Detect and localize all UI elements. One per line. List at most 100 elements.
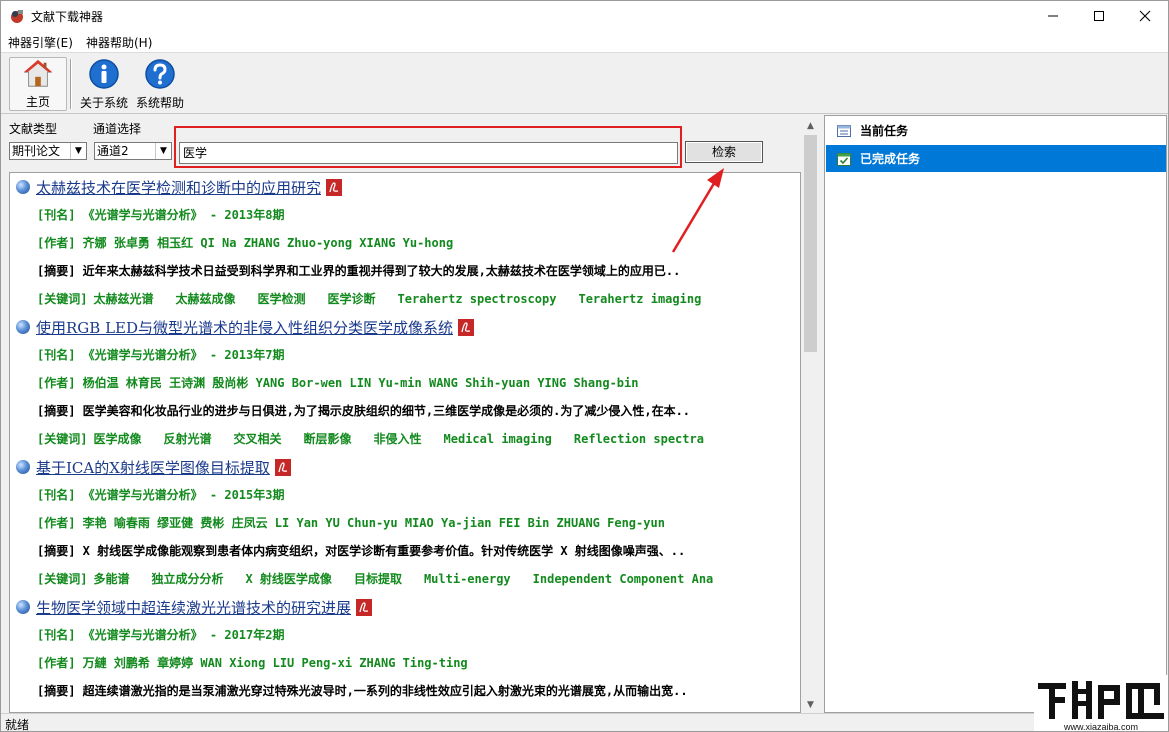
article-title-link[interactable]: 使用RGB LED与微型光谱术的非侵入性组织分类医学成像系统 [36,317,453,338]
toolbar: 主页 关于系统 系统帮助 [1,54,1168,114]
keyword-tag[interactable]: 太赫兹光谱 [93,290,153,307]
keyword-tag[interactable]: 多能谱 [93,570,129,587]
search-button[interactable]: 检索 [685,141,763,163]
article-title-row: 使用RGB LED与微型光谱术的非侵入性组织分类医学成像系统 [16,316,475,338]
globe-bullet-icon [16,460,30,474]
calendar-check-icon [837,152,851,166]
channel-label: 通道选择 [93,122,142,136]
about-button[interactable]: 关于系统 [77,57,131,111]
article-journal: [刊名] 《光谱学与光谱分析》 - 2017年2期 [37,628,285,642]
keyword-tag[interactable]: 太赫兹成像 [175,290,235,307]
article-keywords: [关键词] 太赫兹光谱 太赫兹成像 医学检测 医学诊断 Terahertz spectro… [37,290,799,308]
info-icon [89,59,119,89]
help-button[interactable]: 系统帮助 [134,57,186,111]
annotation-arrow-icon [671,168,724,253]
pdf-icon[interactable] [326,178,343,196]
article-keywords: [关键词] 多能谱 独立成分分析 X 射线医学成像 目标提取 Multi-energy In… [37,570,799,588]
svg-text:www.xiazaiba.com: www.xiazaiba.com [1063,722,1138,732]
help-icon [145,59,175,89]
scroll-down-icon[interactable]: ▼ [802,696,819,713]
menu-engine[interactable]: 神器引擎(E) [8,34,73,51]
close-button[interactable] [1122,1,1168,31]
pdf-icon[interactable] [458,318,475,336]
home-label: 主页 [25,95,50,109]
type-label: 文献类型 [9,122,58,136]
keyword-tag[interactable]: 交叉相关 [233,430,281,447]
menu-help[interactable]: 神器帮助(H) [86,34,152,51]
app-logo-icon [11,10,23,23]
list-icon [837,124,851,137]
watermark-logo: www.xiazaiba.com [1034,675,1168,732]
keyword-tag[interactable]: 非侵入性 [374,430,422,447]
article-title-link[interactable]: 基于ICA的X射线医学图像目标提取 [36,457,270,478]
task-current-label: 当前任务 [860,124,909,138]
article-authors: [作者] 杨伯温 林育民 王诗渊 殷尚彬 YANG Bor-wen LIN Yu… [37,376,639,390]
minimize-icon [1048,15,1058,17]
article-journal: [刊名] 《光谱学与光谱分析》 - 2015年3期 [37,488,285,502]
article-keywords: [关键词] 医学成像 反射光谱 交叉相关 断层影像 非侵入性 Medical imaging… [37,430,799,448]
home-button[interactable]: 主页 [9,57,67,111]
task-current[interactable]: 当前任务 [826,117,1166,144]
keyword-tag[interactable]: 医学诊断 [328,290,376,307]
keyword-tag[interactable]: 目标提取 [354,570,402,587]
task-completed[interactable]: 已完成任务 [826,145,1166,172]
search-input[interactable]: 医学 [179,142,678,164]
chevron-down-icon[interactable]: ▼ [155,143,171,159]
keyword-tag[interactable]: X 射线医学成像 [245,570,331,587]
type-select[interactable]: 期刊论文 ▼ [9,142,87,160]
globe-bullet-icon [16,320,30,334]
chevron-down-icon[interactable]: ▼ [70,143,86,159]
type-select-value: 期刊论文 [12,144,61,158]
article-title-row: 基于ICA的X射线医学图像目标提取 [16,456,291,478]
title-bar: 文献下载神器 [1,1,1168,31]
article-abstract: [摘要] 超连续谱激光指的是当泵浦激光穿过特殊光波导时,一系列的非线性效应引起入… [37,684,688,698]
status-bar: 就绪 [1,713,1168,732]
close-icon [1139,10,1151,22]
keyword-tag[interactable]: 独立成分分析 [151,570,223,587]
article-abstract: [摘要] X 射线医学成像能观察到患者体内病变组织，对医学诊断有重要参考价值。针… [37,544,686,558]
keyword-tag[interactable]: Terahertz spectroscopy [398,292,557,306]
app-window: 文献下载神器 神器引擎(E) 神器帮助(H) 主页 关于系统 系统帮助 文献类型… [0,0,1169,732]
article-title-link[interactable]: 生物医学领域中超连续激光光谱技术的研究进展 [36,597,351,618]
pdf-icon[interactable] [274,458,291,476]
keyword-tag[interactable]: 医学成像 [93,430,141,447]
maximize-icon [1094,11,1104,21]
task-panel: 当前任务 已完成任务 [824,115,1167,713]
scroll-up-icon[interactable]: ▲ [802,117,819,134]
article-abstract: [摘要] 近年来太赫兹科学技术日益受到科学界和工业界的重视并得到了较大的发展,太… [37,264,681,278]
globe-bullet-icon [16,600,30,614]
article-item: 生物医学领域中超连续激光光谱技术的研究进展 [刊名] 《光谱学与光谱分析》 - 2… [10,593,800,712]
keyword-tag[interactable]: Reflection spectra [574,432,704,446]
keyword-tag[interactable]: Independent Component Ana [533,572,714,586]
article-title-row: 太赫兹技术在医学检测和诊断中的应用研究 [16,176,343,198]
article-title-row: 生物医学领域中超连续激光光谱技术的研究进展 [16,596,373,618]
article-authors: [作者] 万縺 刘鹏希 章婷婷 WAN Xiong LIU Peng-xi ZH… [37,656,468,670]
keyword-tag[interactable]: Multi-energy [424,572,511,586]
article-item: 基于ICA的X射线医学图像目标提取 [刊名] 《光谱学与光谱分析》 - 2015年… [10,453,800,593]
help-label: 系统帮助 [135,96,184,110]
menu-bar: 神器引擎(E) 神器帮助(H) [1,31,1168,53]
globe-bullet-icon [16,180,30,194]
task-completed-label: 已完成任务 [860,152,921,166]
about-label: 关于系统 [79,96,128,110]
article-journal: [刊名] 《光谱学与光谱分析》 - 2013年7期 [37,348,285,362]
home-icon [23,59,53,87]
minimize-button[interactable] [1030,1,1076,31]
window-title: 文献下载神器 [31,10,104,24]
status-text: 就绪 [5,718,30,732]
keyword-tag[interactable]: 断层影像 [304,430,352,447]
keywords-prefix: [关键词] [37,292,88,306]
keyword-tag[interactable]: Medical imaging [444,432,552,446]
article-item: 使用RGB LED与微型光谱术的非侵入性组织分类医学成像系统 [刊名] 《光谱学与… [10,313,800,453]
keyword-tag[interactable]: 反射光谱 [163,430,211,447]
keyword-tag[interactable]: 医学检测 [257,290,305,307]
results-scrollbar[interactable]: ▲ ▼ [802,117,819,713]
channel-select[interactable]: 通道2 ▼ [94,142,172,160]
scroll-thumb[interactable] [804,135,817,352]
keyword-tag[interactable]: Terahertz imaging [578,292,701,306]
article-abstract: [摘要] 医学美容和化妆品行业的进步与日俱进,为了揭示皮肤组织的细节,三维医学成… [37,404,691,418]
keywords-prefix: [关键词] [37,572,88,586]
article-title-link[interactable]: 太赫兹技术在医学检测和诊断中的应用研究 [36,177,321,198]
maximize-button[interactable] [1076,1,1122,31]
pdf-icon[interactable] [356,598,373,616]
